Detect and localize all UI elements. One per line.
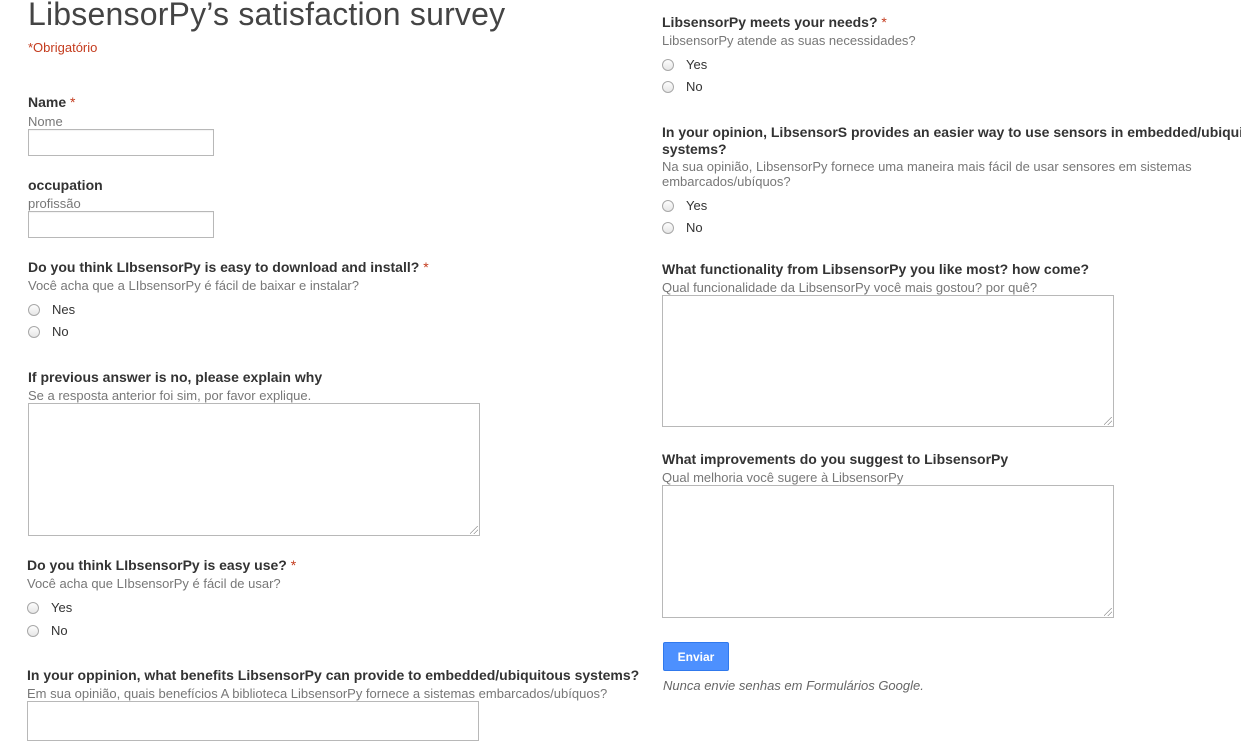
easy-use-option-1[interactable]: Yes	[27, 600, 72, 615]
resize-grip-icon[interactable]	[470, 526, 478, 534]
radio-button[interactable]	[28, 325, 40, 338]
meets-needs-option-1[interactable]: Yes	[662, 57, 707, 72]
question-occupation-label: occupation	[28, 177, 103, 193]
question-easy-use-help: Você acha que LIbsensorPy é fácil de usa…	[27, 576, 281, 591]
option-label: No	[686, 79, 703, 94]
resize-grip-icon[interactable]	[1104, 608, 1112, 616]
option-label: No	[51, 623, 68, 638]
radio-button[interactable]	[662, 199, 674, 212]
benefits-textarea[interactable]	[27, 701, 479, 741]
required-star: *	[423, 259, 429, 275]
occupation-input[interactable]	[28, 211, 214, 238]
option-label: No	[52, 324, 69, 339]
question-easier-way-help: Na sua opinião, LibsensorPy fornece uma …	[662, 159, 1192, 189]
question-help-line: Na sua opinião, LibsensorPy fornece uma …	[662, 159, 1192, 174]
required-star: *	[881, 14, 887, 30]
question-occupation-help: profissão	[28, 196, 81, 211]
question-benefits-help: Em sua opinião, quais benefícios A bibli…	[27, 686, 608, 701]
functionality-textarea[interactable]	[662, 295, 1114, 427]
question-easier-way-label: In your opinion, LibsensorS provides an …	[662, 124, 1241, 158]
explain-textarea[interactable]	[28, 403, 480, 536]
question-name-label: Name *	[28, 94, 75, 111]
easier-way-option-1[interactable]: Yes	[662, 198, 707, 213]
question-improvements-help: Qual melhoria você sugere à LibsensorPy	[662, 470, 904, 485]
question-explain-label: If previous answer is no, please explain…	[28, 369, 323, 385]
option-label: Yes	[686, 57, 708, 72]
password-warning: Nunca envie senhas em Formulários Google…	[663, 678, 924, 693]
question-label-text: LibsensorPy meets your needs?	[662, 14, 878, 30]
question-meets-needs-label: LibsensorPy meets your needs? *	[662, 14, 887, 31]
submit-button[interactable]: Enviar	[663, 642, 729, 671]
question-label-text: Do you think LIbsensorPy is easy use?	[27, 557, 287, 573]
required-star: *	[70, 94, 76, 110]
question-easy-install-label: Do you think LIbsensorPy is easy to down…	[28, 259, 429, 276]
radio-button[interactable]	[27, 624, 39, 637]
question-benefits-label: In your oppinion, what benefits Libsenso…	[27, 667, 640, 683]
question-label-text: Do you think LIbsensorPy is easy to down…	[28, 259, 420, 275]
question-name-help: Nome	[28, 114, 63, 129]
resize-grip-icon[interactable]	[1104, 417, 1112, 425]
question-help-line: embarcados/ubíquos?	[662, 174, 791, 189]
question-functionality-help: Qual funcionalidade da LibsensorPy você …	[662, 280, 1038, 295]
option-label: No	[686, 220, 703, 235]
option-label: Nes	[52, 302, 76, 317]
option-label: Yes	[51, 600, 73, 615]
question-functionality-label: What functionality from LibsensorPy you …	[662, 261, 1090, 277]
question-label-line: systems?	[662, 141, 727, 157]
question-meets-needs-help: LibsensorPy atende as suas necessidades?	[662, 33, 916, 48]
easy-install-option-1[interactable]: Nes	[28, 302, 75, 317]
radio-button[interactable]	[27, 601, 39, 614]
meets-needs-option-2[interactable]: No	[662, 79, 703, 94]
radio-button[interactable]	[28, 303, 40, 316]
improvements-textarea[interactable]	[662, 485, 1114, 618]
easier-way-option-2[interactable]: No	[662, 220, 703, 235]
required-star: *	[290, 557, 297, 573]
question-explain-help: Se a resposta anterior foi sim, por favo…	[28, 388, 312, 403]
option-label: Yes	[686, 198, 708, 213]
radio-button[interactable]	[662, 58, 674, 71]
form-title: LibsensorPy’s satisfaction survey	[28, 0, 506, 32]
question-improvements-label: What improvements do you suggest to Libs…	[662, 451, 1009, 467]
radio-button[interactable]	[662, 221, 674, 234]
radio-button[interactable]	[662, 80, 674, 93]
name-input[interactable]	[28, 129, 214, 156]
question-label-text: Name	[28, 94, 67, 110]
question-easy-use-label: Do you think LIbsensorPy is easy use? *	[27, 557, 296, 574]
required-note: *Obrigatório	[28, 40, 98, 55]
easy-install-option-2[interactable]: No	[28, 324, 69, 339]
easy-use-option-2[interactable]: No	[27, 623, 68, 638]
question-easy-install-help: Você acha que a LIbsensorPy é fácil de b…	[28, 278, 359, 293]
question-label-line: In your opinion, LibsensorS provides an …	[662, 124, 1241, 140]
